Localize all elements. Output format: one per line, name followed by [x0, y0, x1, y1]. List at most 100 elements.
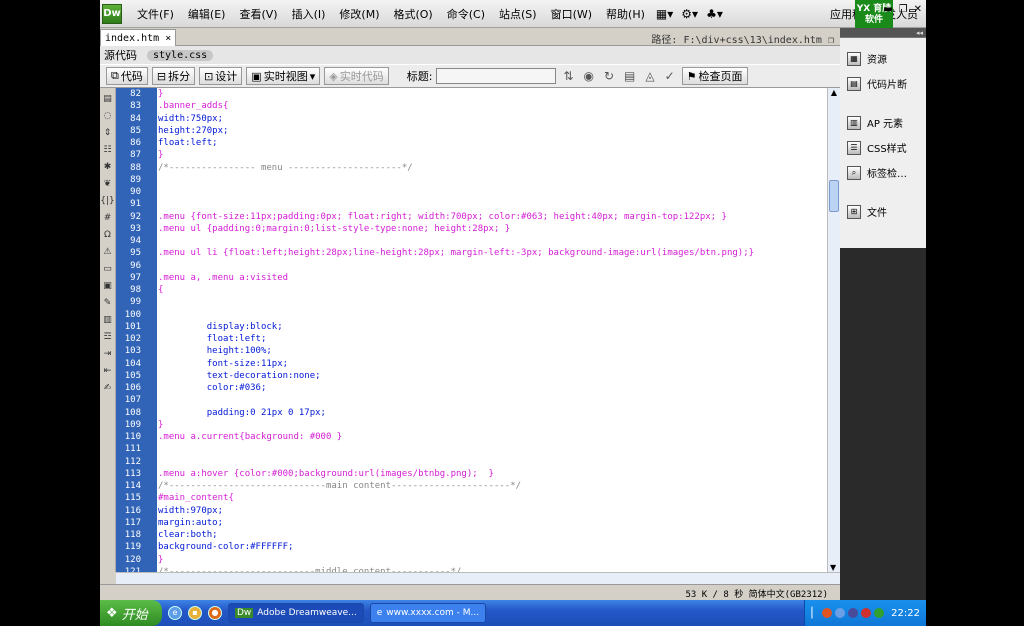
- menu-site[interactable]: 站点(S): [492, 6, 544, 22]
- minimize-icon[interactable]: ▬: [883, 4, 892, 15]
- menu-window[interactable]: 窗口(W): [544, 6, 599, 22]
- panel-tag-inspector[interactable]: ⌕ 标签检…: [840, 160, 926, 185]
- code-line[interactable]: {: [157, 284, 827, 296]
- code-line[interactable]: [157, 260, 827, 272]
- code-line[interactable]: .menu {font-size:11px;padding:0px; float…: [157, 211, 827, 223]
- design-view-button[interactable]: ⊡ 设计: [199, 67, 243, 85]
- code-line[interactable]: [157, 296, 827, 308]
- panel-css-styles[interactable]: ☰ CSS样式: [840, 135, 926, 160]
- site-icon[interactable]: ♣▾: [706, 7, 723, 21]
- horizontal-scrollbar[interactable]: [116, 572, 840, 584]
- code-view-button[interactable]: ⧉ 代码: [106, 67, 148, 85]
- preview-browser-icon[interactable]: ◉: [583, 69, 593, 83]
- menu-edit[interactable]: 编辑(E): [181, 6, 233, 22]
- code-line[interactable]: width:750px;: [157, 113, 827, 125]
- code-line[interactable]: [157, 186, 827, 198]
- code-line[interactable]: [157, 456, 827, 468]
- code-line[interactable]: display:block;: [157, 321, 827, 333]
- layout-icon[interactable]: ▦▾: [656, 7, 673, 21]
- ie-quicklaunch-icon[interactable]: e: [168, 606, 182, 620]
- task-browser[interactable]: e www.xxxx.com - M...: [369, 603, 487, 623]
- code-line[interactable]: .menu a.current{background: #000 }: [157, 431, 827, 443]
- code-line[interactable]: #main_content{: [157, 492, 827, 504]
- menu-help[interactable]: 帮助(H): [599, 6, 652, 22]
- restore-icon[interactable]: ❐: [899, 4, 908, 15]
- code-line[interactable]: }: [157, 554, 827, 566]
- code-line[interactable]: [157, 235, 827, 247]
- code-line[interactable]: .menu ul li {float:left;height:28px;line…: [157, 247, 827, 259]
- close-tab-icon[interactable]: ×: [165, 33, 171, 44]
- code-editor[interactable]: } .banner_adds{width:750px; height:270px; f…: [157, 88, 827, 572]
- outdent-code-icon[interactable]: ⇤: [104, 366, 112, 376]
- balance-braces-icon[interactable]: {|}: [100, 196, 114, 206]
- check-page-button[interactable]: ⚑ 检查页面: [681, 67, 748, 85]
- collapse-selection-icon[interactable]: ☷: [103, 145, 111, 155]
- code-line[interactable]: .menu a, .menu a:visited: [157, 272, 827, 284]
- panel-assets[interactable]: ▦ 资源: [840, 46, 926, 71]
- apply-comment-icon[interactable]: ▭: [103, 264, 112, 274]
- vertical-scrollbar[interactable]: ▲ ▼: [827, 88, 840, 572]
- extend-icon[interactable]: ⚙▾: [681, 7, 698, 21]
- show-code-navigator-icon[interactable]: ◌: [104, 111, 112, 121]
- panel-collapse-icon[interactable]: ◂◂: [840, 28, 926, 38]
- format-source-icon[interactable]: ✍: [104, 383, 112, 393]
- task-dreamweaver[interactable]: Dw Adobe Dreamweave...: [228, 603, 364, 623]
- live-view-button[interactable]: ▣ 实时视图 ▾: [246, 67, 321, 85]
- remove-comment-icon[interactable]: ▣: [103, 281, 112, 291]
- code-line[interactable]: [157, 443, 827, 455]
- tray-toggle-icon[interactable]: ▏: [811, 608, 819, 619]
- code-line[interactable]: }: [157, 149, 827, 161]
- panel-snippets[interactable]: ▤ 代码片断: [840, 71, 926, 96]
- view-options-icon[interactable]: ▤: [624, 69, 635, 83]
- title-input[interactable]: [436, 68, 557, 84]
- code-line[interactable]: float:left;: [157, 137, 827, 149]
- tray-security-icon[interactable]: [861, 608, 872, 618]
- menu-format[interactable]: 格式(O): [386, 6, 439, 22]
- vertical-scroll-thumb[interactable]: [829, 180, 839, 212]
- firefox-quicklaunch-icon[interactable]: ●: [208, 606, 222, 620]
- tray-update-icon[interactable]: [874, 608, 885, 618]
- recent-snippets-icon[interactable]: ▥: [103, 315, 112, 325]
- menu-modify[interactable]: 修改(M): [332, 6, 386, 22]
- tray-network-icon[interactable]: [848, 608, 859, 618]
- open-documents-icon[interactable]: ▤: [103, 94, 112, 104]
- panel-files[interactable]: ⊞ 文件: [840, 199, 926, 224]
- indent-code-icon[interactable]: ⇥: [104, 349, 112, 359]
- start-button[interactable]: ❖ 开始: [100, 600, 162, 626]
- scroll-down-arrow-icon[interactable]: ▼: [830, 563, 836, 572]
- related-css-file[interactable]: style.css: [147, 49, 214, 61]
- code-line[interactable]: margin:auto;: [157, 517, 827, 529]
- panel-ap-elements[interactable]: ▥ AP 元素: [840, 110, 926, 135]
- code-line[interactable]: .banner_adds{: [157, 100, 827, 112]
- code-line[interactable]: font-size:11px;: [157, 358, 827, 370]
- scroll-up-arrow-icon[interactable]: ▲: [828, 88, 840, 97]
- tray-app-icon[interactable]: [822, 608, 833, 618]
- code-line[interactable]: [157, 309, 827, 321]
- code-line[interactable]: .menu ul {padding:0;margin:0;list-style-…: [157, 223, 827, 235]
- restore-document-icon[interactable]: ❐: [828, 35, 834, 46]
- split-view-button[interactable]: ⊟ 拆分: [151, 67, 196, 85]
- menu-insert[interactable]: 插入(I): [285, 6, 333, 22]
- code-line[interactable]: }: [157, 88, 827, 100]
- code-line[interactable]: /*---------------- menu ----------------…: [157, 162, 827, 174]
- folder-quicklaunch-icon[interactable]: ▪: [188, 606, 202, 620]
- code-line[interactable]: height:100%;: [157, 345, 827, 357]
- collapse-tag-icon[interactable]: ⇕: [104, 128, 112, 138]
- menu-view[interactable]: 查看(V): [232, 6, 284, 22]
- code-line[interactable]: float:left;: [157, 333, 827, 345]
- code-line[interactable]: [157, 198, 827, 210]
- line-numbers-icon[interactable]: #: [104, 213, 112, 223]
- code-line[interactable]: clear:both;: [157, 529, 827, 541]
- visual-aids-icon[interactable]: ◬: [645, 69, 654, 83]
- code-line[interactable]: color:#036;: [157, 382, 827, 394]
- source-code-link[interactable]: 源代码: [104, 47, 137, 63]
- code-line[interactable]: }: [157, 419, 827, 431]
- close-icon[interactable]: ✕: [914, 4, 922, 15]
- move-css-icon[interactable]: ☲: [103, 332, 111, 342]
- code-line[interactable]: height:270px;: [157, 125, 827, 137]
- wrap-tag-icon[interactable]: ✎: [104, 298, 112, 308]
- code-line[interactable]: width:970px;: [157, 505, 827, 517]
- code-line[interactable]: [157, 394, 827, 406]
- code-line[interactable]: .menu a:hover {color:#000;background:url…: [157, 468, 827, 480]
- code-line[interactable]: text-decoration:none;: [157, 370, 827, 382]
